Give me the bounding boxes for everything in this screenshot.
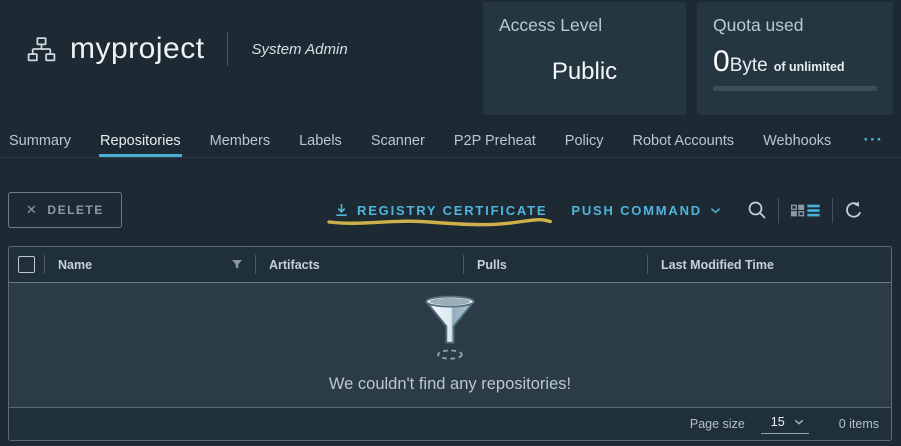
- push-command-label: PUSH COMMAND: [571, 203, 702, 218]
- refresh-icon: [844, 201, 863, 220]
- quota-unit: Byte: [730, 55, 768, 77]
- column-header-name: Name: [44, 247, 255, 282]
- tab-members[interactable]: Members: [209, 127, 271, 157]
- search-icon: [747, 200, 767, 220]
- tab-repositories[interactable]: Repositories: [99, 127, 182, 157]
- quota-card: Quota used 0 Byte of unlimited: [697, 2, 893, 115]
- column-label: Name: [58, 258, 92, 272]
- column-label: Artifacts: [269, 258, 320, 272]
- items-count: 0 items: [839, 417, 879, 431]
- header-checkbox-cell: [9, 247, 44, 282]
- access-level-value: Public: [499, 58, 670, 86]
- tab-webhooks[interactable]: Webhooks: [762, 127, 832, 157]
- chevron-down-icon: [794, 419, 804, 425]
- view-toggle-button[interactable]: [788, 200, 823, 221]
- search-button[interactable]: [745, 198, 769, 222]
- page-size-value: 15: [771, 415, 785, 429]
- page-size-label: Page size: [690, 417, 745, 431]
- delete-button[interactable]: ✕ DELETE: [8, 192, 122, 228]
- refresh-button[interactable]: [842, 199, 865, 222]
- select-all-checkbox[interactable]: [18, 256, 35, 273]
- download-icon: [334, 202, 349, 218]
- toolbar-divider: [778, 198, 779, 223]
- yellow-annotation-underline: [326, 217, 553, 228]
- column-header-last-modified: Last Modified Time: [647, 247, 891, 282]
- tab-labels[interactable]: Labels: [298, 127, 343, 157]
- role-badge: System Admin: [252, 41, 348, 58]
- quota-label: Quota used: [713, 15, 877, 36]
- empty-funnel-icon: [418, 293, 482, 365]
- delete-button-label: DELETE: [47, 203, 103, 217]
- toolbar-divider: [832, 198, 833, 223]
- project-title: myproject: [70, 32, 205, 66]
- tab-summary[interactable]: Summary: [8, 127, 72, 157]
- column-header-pulls: Pulls: [463, 247, 647, 282]
- access-level-label: Access Level: [499, 15, 670, 36]
- tab-p2p-preheat[interactable]: P2P Preheat: [453, 127, 537, 157]
- quota-limit: of unlimited: [774, 60, 845, 74]
- tab-robot-accounts[interactable]: Robot Accounts: [631, 127, 735, 157]
- tab-policy[interactable]: Policy: [564, 127, 605, 157]
- filter-icon[interactable]: [231, 259, 243, 270]
- tab-scanner[interactable]: Scanner: [370, 127, 426, 157]
- project-tab-bar: Summary Repositories Members Labels Scan…: [0, 127, 901, 158]
- repositories-table: Name Artifacts Pulls Last Modified Time: [8, 246, 892, 441]
- push-command-button[interactable]: PUSH COMMAND: [571, 203, 721, 218]
- project-header: myproject System Admin: [26, 32, 348, 66]
- table-empty-state: We couldn't find any repositories!: [9, 283, 891, 407]
- project-hierarchy-icon: [26, 36, 57, 63]
- chevron-down-icon: [710, 207, 721, 214]
- quota-used-value: 0: [713, 45, 730, 79]
- registry-certificate-label: REGISTRY CERTIFICATE: [357, 203, 547, 218]
- table-footer: Page size 15 0 items: [9, 407, 891, 440]
- repositories-toolbar: ✕ DELETE REGISTRY CERTIFICATE PUSH COMMA…: [0, 186, 901, 234]
- card-list-view-icon: [790, 202, 821, 219]
- page-size-select[interactable]: 15: [761, 414, 809, 434]
- access-level-card: Access Level Public: [483, 2, 686, 115]
- quota-progress-bar: [713, 86, 877, 91]
- header-divider: [227, 32, 228, 66]
- empty-message: We couldn't find any repositories!: [329, 375, 571, 394]
- column-header-artifacts: Artifacts: [255, 247, 463, 282]
- close-icon: ✕: [26, 202, 38, 218]
- more-tabs-ellipsis-icon[interactable]: ···: [863, 127, 883, 157]
- column-label: Last Modified Time: [661, 258, 774, 272]
- column-label: Pulls: [477, 258, 507, 272]
- table-header-row: Name Artifacts Pulls Last Modified Time: [9, 247, 891, 283]
- registry-certificate-link[interactable]: REGISTRY CERTIFICATE: [334, 202, 547, 218]
